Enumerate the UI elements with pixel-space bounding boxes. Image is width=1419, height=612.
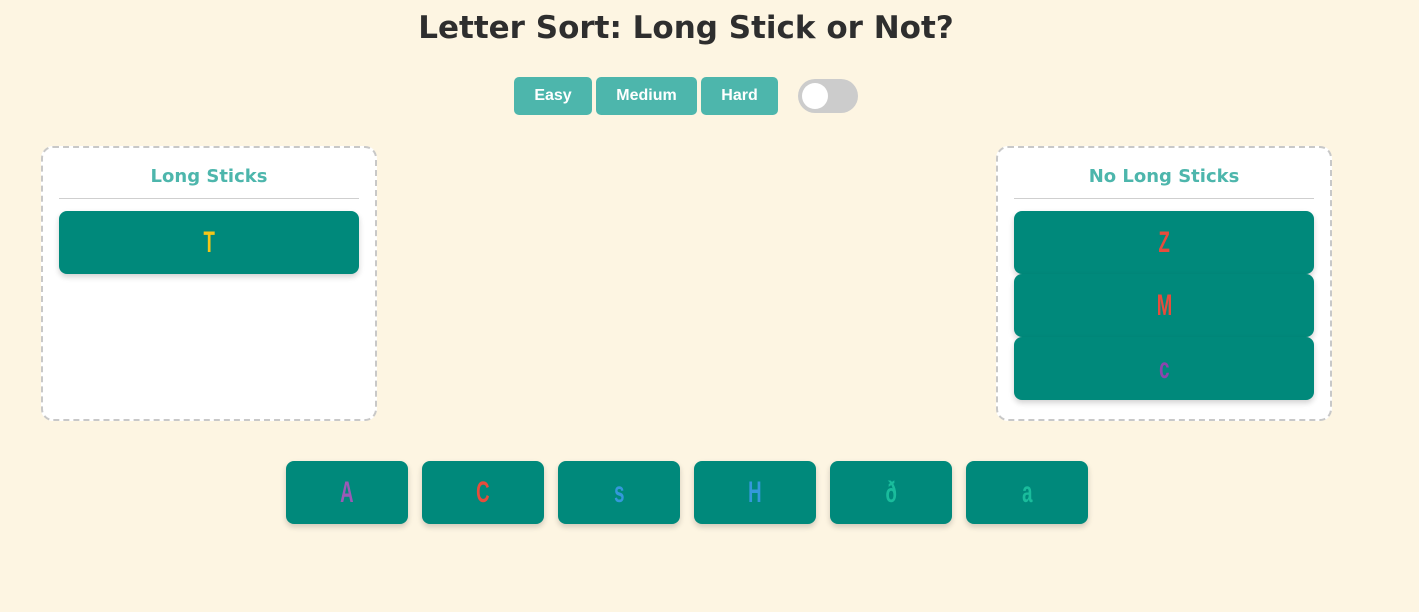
letter-glyph: ð (885, 475, 897, 509)
letter-card-a-upper[interactable]: A (286, 461, 408, 524)
mode-toggle-switch[interactable] (798, 79, 858, 113)
letter-glyph: a (1021, 475, 1033, 509)
letter-card-s[interactable]: s (558, 461, 680, 524)
unsorted-letter-pool: A C s H ð a (286, 461, 1102, 524)
long-sticks-bin[interactable]: Long Sticks T (41, 146, 377, 421)
letter-card-eth[interactable]: ð (830, 461, 952, 524)
easy-button[interactable]: Easy (514, 77, 592, 115)
page-title: Letter Sort: Long Stick or Not? (418, 10, 954, 46)
difficulty-controls: Easy Medium Hard (514, 77, 782, 115)
letter-glyph: T (203, 225, 215, 259)
long-sticks-bin-title: Long Sticks (59, 148, 359, 199)
medium-button[interactable]: Medium (596, 77, 697, 115)
letter-glyph: c (1158, 351, 1170, 385)
letter-card-z[interactable]: Z (1014, 211, 1314, 274)
letter-card-a-lower[interactable]: a (966, 461, 1088, 524)
letter-glyph: s (613, 475, 625, 509)
no-long-sticks-bin[interactable]: No Long Sticks Z M c (996, 146, 1332, 421)
hard-button[interactable]: Hard (701, 77, 778, 115)
letter-card-m[interactable]: M (1014, 274, 1314, 337)
letter-glyph: A (340, 475, 354, 509)
letter-card-t[interactable]: T (59, 211, 359, 274)
letter-glyph: C (476, 475, 490, 509)
no-long-sticks-bin-title: No Long Sticks (1014, 148, 1314, 199)
letter-card-c-lower[interactable]: c (1014, 337, 1314, 400)
letter-glyph: M (1156, 288, 1172, 322)
letter-card-c-upper[interactable]: C (422, 461, 544, 524)
letter-card-h[interactable]: H (694, 461, 816, 524)
letter-glyph: Z (1158, 225, 1170, 259)
toggle-knob (802, 83, 828, 109)
letter-glyph: H (748, 475, 762, 509)
